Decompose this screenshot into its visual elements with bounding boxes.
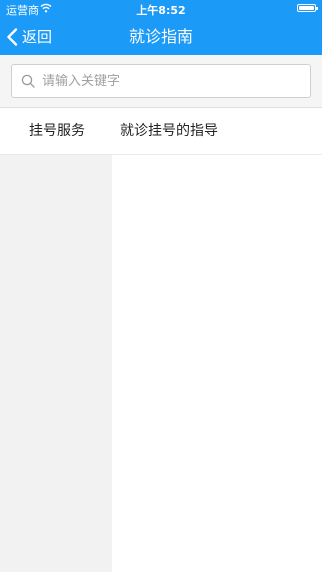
content-panel [112, 155, 322, 572]
category-list-panel [0, 155, 112, 572]
search-box[interactable] [11, 64, 311, 98]
page-title: 就诊指南 [128, 27, 193, 46]
status-time: 上午8:52 [136, 4, 186, 17]
app-header: 运营商 上午8:52 返回 就诊指南 [0, 0, 322, 55]
tab-registration-guide[interactable]: 就诊挂号的指导 [120, 108, 218, 154]
search-icon [21, 74, 35, 88]
status-bar: 运营商 上午8:52 [0, 0, 322, 18]
battery-icon [297, 4, 318, 12]
nav-bar: 返回 就诊指南 [0, 18, 322, 55]
search-bar-container [0, 55, 322, 108]
search-input[interactable] [42, 73, 292, 89]
category-tabs: 挂号服务 就诊挂号的指导 [0, 108, 322, 155]
tab-registration-service[interactable]: 挂号服务 [29, 108, 85, 154]
